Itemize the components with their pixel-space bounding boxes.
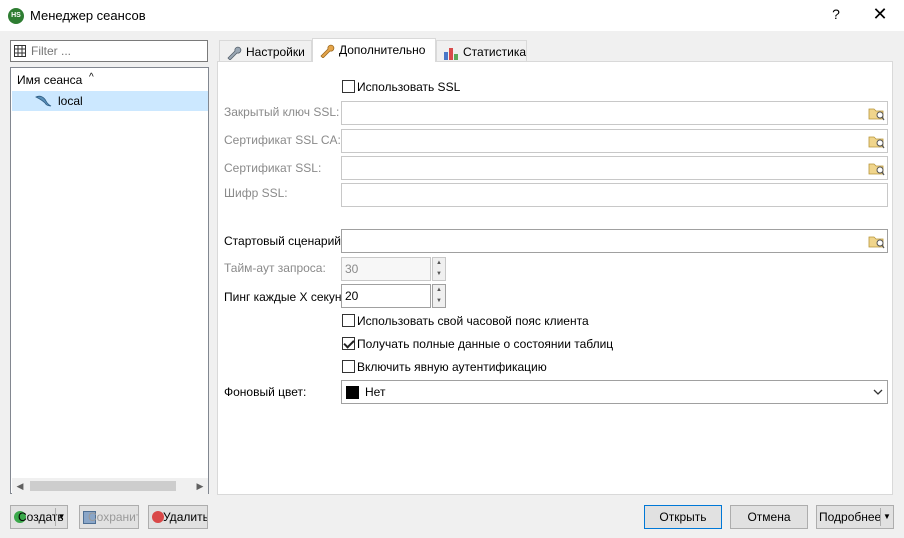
chevron-down-icon <box>873 389 883 395</box>
ping-every-value: 20 <box>345 289 359 303</box>
spin-down-icon[interactable]: ▼ <box>433 269 445 280</box>
session-row[interactable]: local <box>12 91 208 111</box>
ping-every-label: Пинг каждые X секунд: <box>224 290 341 304</box>
delete-session-button[interactable]: Удалить <box>148 505 208 529</box>
startup-script-field[interactable] <box>341 229 888 253</box>
query-timeout-label: Тайм-аут запроса: <box>224 261 326 275</box>
ping-every-spinner[interactable]: ▲ ▼ <box>432 284 446 308</box>
full-table-status-label[interactable]: Получать полные данные о состоянии табли… <box>357 337 613 351</box>
column-header-label: Имя сеанса <box>17 73 83 87</box>
save-session-button[interactable]: Сохранить <box>79 505 139 529</box>
horizontal-scrollbar[interactable]: ◀ ▶ <box>12 478 208 494</box>
full-table-status-checkbox[interactable] <box>342 337 355 350</box>
title-bar: HS Менеджер сеансов ? ✕ <box>0 0 904 32</box>
color-swatch <box>346 386 359 399</box>
ssl-cipher-field[interactable] <box>341 183 888 207</box>
filter-box <box>10 40 208 62</box>
cancel-button[interactable]: Отмена <box>730 505 808 529</box>
bg-color-value: Нет <box>365 385 386 399</box>
ssl-cipher-label: Шифр SSL: <box>224 186 288 200</box>
wrench-icon <box>227 46 242 60</box>
ssl-cert-field[interactable] <box>341 156 888 180</box>
browse-folder-icon[interactable] <box>868 105 885 121</box>
spin-down-icon[interactable]: ▼ <box>433 296 445 307</box>
help-button[interactable]: ? <box>826 6 846 26</box>
more-button-label: Подробнее <box>819 510 882 524</box>
cleartext-auth-checkbox[interactable] <box>342 360 355 373</box>
filter-grid-icon <box>14 45 26 57</box>
tab-statistics[interactable]: Статистика <box>436 40 527 62</box>
window-title: Менеджер сеансов <box>30 8 146 23</box>
save-button-label: Сохранить <box>88 510 138 524</box>
session-label: local <box>58 94 83 108</box>
ssl-key-field[interactable] <box>341 101 888 125</box>
tree-column-header[interactable]: Имя сеанса ^ <box>11 68 208 90</box>
ssl-cert-label: Сертификат SSL: <box>224 161 322 175</box>
scroll-thumb[interactable] <box>30 481 176 491</box>
more-button[interactable]: Подробнее ▼ <box>816 505 894 529</box>
wrench-orange-icon <box>320 44 335 58</box>
browse-folder-icon[interactable] <box>868 233 885 249</box>
ssl-key-label: Закрытый ключ SSL: <box>224 105 340 119</box>
bg-color-label: Фоновый цвет: <box>224 385 307 399</box>
bg-color-select[interactable]: Нет <box>341 380 888 404</box>
scroll-right-icon[interactable]: ▶ <box>192 478 208 494</box>
use-ssl-label[interactable]: Использовать SSL <box>357 80 460 94</box>
tab-settings[interactable]: Настройки <box>219 40 312 62</box>
close-button[interactable]: ✕ <box>868 4 892 28</box>
browse-folder-icon[interactable] <box>868 160 885 176</box>
tab-label: Настройки <box>246 45 305 59</box>
use-ssl-checkbox[interactable] <box>342 80 355 93</box>
cleartext-auth-label[interactable]: Включить явную аутентификацию <box>357 360 547 374</box>
scroll-left-icon[interactable]: ◀ <box>12 478 28 494</box>
spin-up-icon[interactable]: ▲ <box>433 258 445 269</box>
delete-button-label: Удалить <box>163 510 208 524</box>
tab-label: Статистика <box>463 45 527 59</box>
open-button[interactable]: Открыть <box>644 505 722 529</box>
ssl-ca-label: Сертификат SSL CA: <box>224 133 341 147</box>
local-timezone-checkbox[interactable] <box>342 314 355 327</box>
mysql-dolphin-icon <box>35 95 52 107</box>
ssl-ca-field[interactable] <box>341 129 888 153</box>
query-timeout-spinner[interactable]: ▲ ▼ <box>432 257 446 281</box>
ping-every-input[interactable]: 20 <box>341 284 431 308</box>
app-icon: HS <box>8 8 24 24</box>
browse-folder-icon[interactable] <box>868 133 885 149</box>
filter-input[interactable] <box>31 43 201 59</box>
new-session-button[interactable]: Создать ▼ <box>10 505 68 529</box>
startup-script-label: Стартовый сценарий: <box>224 234 341 248</box>
dropdown-arrow-icon[interactable]: ▼ <box>880 508 893 526</box>
bar-chart-icon <box>444 47 458 60</box>
query-timeout-value: 30 <box>345 262 359 276</box>
sort-ascending-icon: ^ <box>89 72 94 83</box>
tab-content-advanced <box>217 61 893 495</box>
dropdown-arrow-icon[interactable]: ▼ <box>55 508 67 526</box>
spin-up-icon[interactable]: ▲ <box>433 285 445 296</box>
local-timezone-label[interactable]: Использовать свой часовой пояс клиента <box>357 314 589 328</box>
query-timeout-input[interactable]: 30 <box>341 257 431 281</box>
tab-advanced[interactable]: Дополнительно <box>312 38 436 62</box>
tab-label: Дополнительно <box>339 43 426 57</box>
session-tree[interactable]: Имя сеанса ^ local ◀ ▶ <box>10 67 209 494</box>
